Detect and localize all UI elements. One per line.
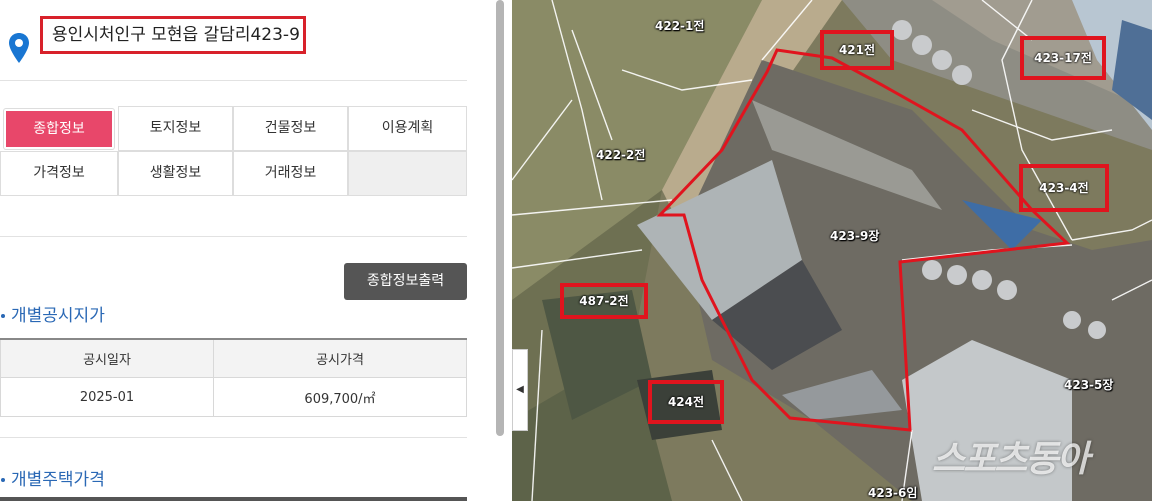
map-label: 423-6임: [868, 486, 918, 500]
divider: [0, 437, 467, 438]
panel-scrollbar[interactable]: [494, 0, 508, 501]
table-header-row: 공시일자 공시가격: [0, 338, 467, 378]
land-price-section-title: 개별공시지가: [0, 301, 105, 326]
address-text: 용인시처인구 모현읍 갈담리423-9: [40, 16, 306, 54]
map-label: 422-1전: [655, 19, 705, 33]
map-label: 423-5장: [1064, 378, 1114, 392]
map-highlight-label: 487-2전: [560, 283, 648, 319]
bullet-icon: [1, 478, 5, 482]
cell-price: 609,700/㎡: [213, 377, 467, 417]
aerial-map[interactable]: 422-1전 422-2전 423-9장 423-5장 423-6임 421전 …: [512, 0, 1152, 501]
map-highlight-label: 424전: [648, 380, 724, 424]
cell-date: 2025-01: [0, 377, 214, 417]
tab-empty-cell: [348, 151, 467, 196]
land-price-title: 개별공시지가: [11, 306, 105, 326]
tab-summary[interactable]: 종합정보: [4, 109, 114, 149]
tab-building[interactable]: 건물정보: [233, 106, 348, 151]
house-price-section-title: 개별주택가격: [0, 465, 105, 490]
location-pin-icon: [9, 33, 29, 63]
map-highlight-label: 423-17전: [1020, 36, 1106, 80]
column-header-date: 공시일자: [0, 338, 214, 378]
tab-transaction[interactable]: 거래정보: [233, 151, 348, 196]
table-row: 2025-01 609,700/㎡: [0, 377, 467, 417]
map-label: 422-2전: [596, 148, 646, 162]
bullet-icon: [1, 314, 5, 318]
map-highlight-label: 423-4전: [1019, 164, 1109, 212]
scrollbar-thumb[interactable]: [496, 0, 504, 436]
map-highlight-label: 421전: [820, 30, 894, 70]
info-panel: 용인시처인구 모현읍 갈담리423-9 종합정보 토지정보 건물정보 이용계획 …: [0, 0, 467, 501]
tab-living[interactable]: 생활정보: [118, 151, 233, 196]
watermark-logo: 스포츠동아: [932, 439, 1090, 480]
divider: [0, 236, 467, 237]
collapse-panel-button[interactable]: ◀: [512, 349, 528, 431]
house-price-title: 개별주택가격: [11, 470, 105, 490]
land-price-table: 공시일자 공시가격 2025-01 609,700/㎡: [0, 338, 467, 417]
tab-price[interactable]: 가격정보: [0, 151, 118, 196]
tab-land-use-plan[interactable]: 이용계획: [348, 106, 467, 151]
print-summary-button[interactable]: 종합정보출력: [344, 263, 467, 300]
tab-land[interactable]: 토지정보: [118, 106, 233, 151]
column-header-price: 공시가격: [213, 338, 467, 378]
table-top-border: [0, 497, 467, 501]
map-label: 423-9장: [830, 229, 880, 243]
address-header: 용인시처인구 모현읍 갈담리423-9: [0, 0, 467, 81]
